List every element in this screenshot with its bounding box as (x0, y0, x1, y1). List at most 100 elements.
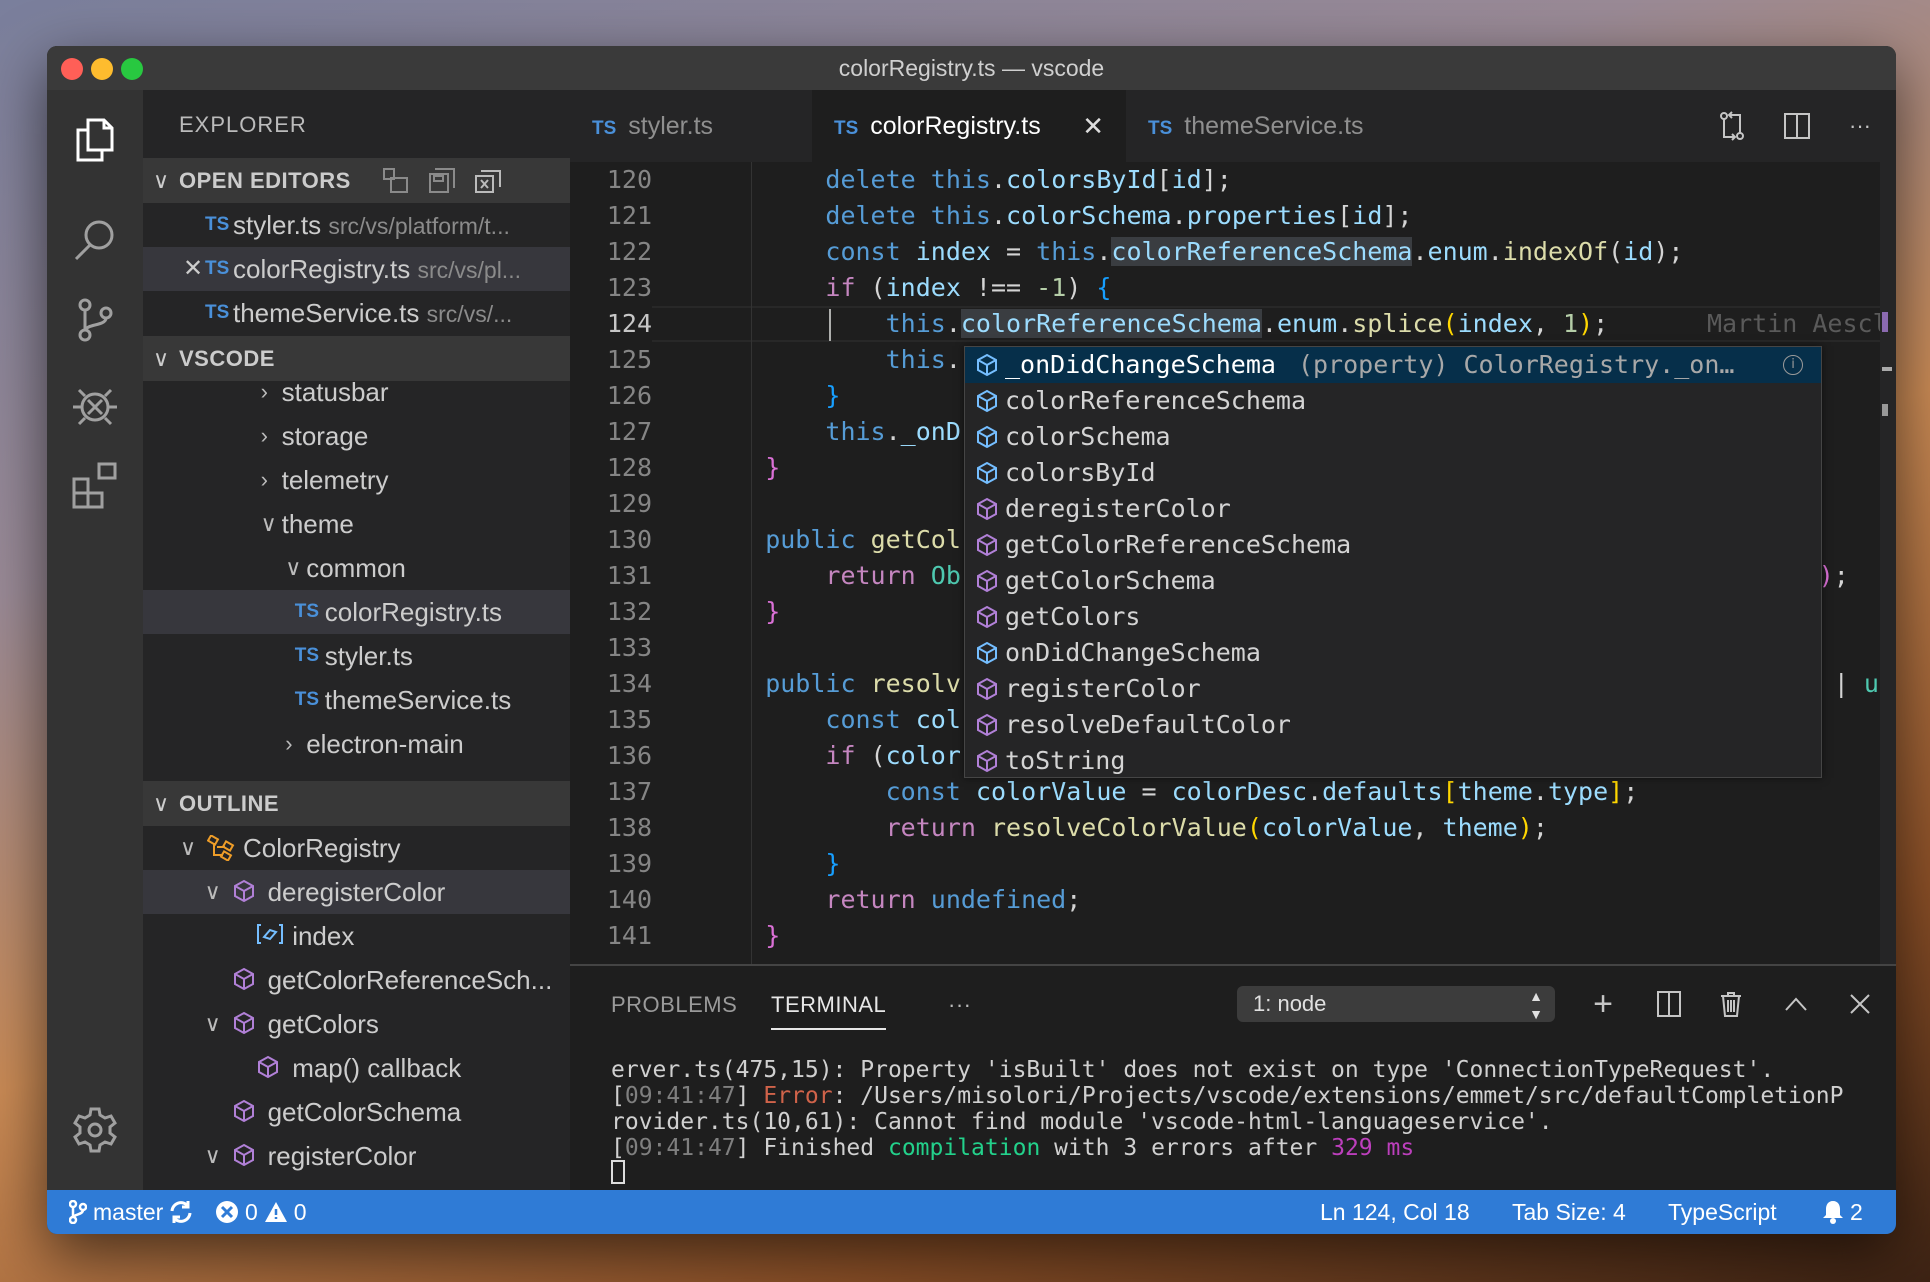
suggestion-item[interactable]: _onDidChangeSchema (property) ColorRegist… (965, 347, 1821, 383)
tab-themeservice[interactable]: TS themeService.ts (1126, 90, 1406, 162)
close-all-icon[interactable] (475, 168, 501, 194)
branch-indicator[interactable]: master (69, 1190, 163, 1234)
suggestion-item[interactable]: colorSchema (965, 419, 1821, 455)
problems-indicator[interactable]: 0 0 (215, 1190, 307, 1234)
more-actions-icon[interactable]: ··· (1844, 110, 1876, 142)
new-terminal-icon[interactable]: + (1587, 985, 1619, 1023)
code-token: ] (1608, 777, 1624, 806)
open-changes-button[interactable] (1716, 110, 1748, 142)
open-editor-item[interactable]: ✕ TS colorRegistry.ts src/vs/pl... (143, 247, 570, 291)
close-tab-icon[interactable]: ✕ (1082, 90, 1104, 162)
tree-folder[interactable]: › storage (143, 414, 570, 458)
tree-folder[interactable]: ∨ theme (143, 502, 570, 546)
minimize-window-button[interactable] (91, 58, 113, 80)
suggestion-item[interactable]: colorsById (965, 455, 1821, 491)
split-terminal-icon[interactable] (1653, 988, 1685, 1020)
tab-styler[interactable]: TS styler.ts (570, 90, 812, 162)
suggestion-item[interactable]: resolveDefaultColor (965, 707, 1821, 743)
suggestion-detail: (property) ColorRegistry._on… (1297, 350, 1735, 379)
code-token: !== (960, 273, 1037, 302)
suggestion-item[interactable]: getColorReferenceSchema (965, 527, 1821, 563)
outline-item[interactable]: index (143, 914, 570, 958)
tree-folder[interactable]: ∨ common (143, 546, 570, 590)
tab-size[interactable]: Tab Size: 4 (1512, 1190, 1626, 1234)
tab-terminal[interactable]: TERMINAL (771, 992, 887, 1030)
outline-item[interactable]: getColorSchema (143, 1090, 570, 1134)
suggestion-item[interactable]: registerColor (965, 671, 1821, 707)
code-token: . (990, 201, 1007, 230)
open-editor-item[interactable]: TS themeService.ts src/vs/... (143, 291, 570, 335)
chevron-down-icon: ∨ (153, 168, 170, 193)
close-editor-icon[interactable]: ✕ (183, 247, 203, 291)
open-editor-entry: themeService.ts src/vs/... (233, 291, 512, 336)
code-token: this (885, 309, 946, 338)
terminal-line: rovider.ts(10,61): Cannot find module 'v… (611, 1109, 1553, 1135)
git-branch-icon (69, 1200, 87, 1224)
tab-colorregistry[interactable]: TS colorRegistry.ts ✕ (812, 90, 1126, 162)
sync-button[interactable] (169, 1190, 193, 1234)
outline-header[interactable]: ∨ OUTLINE (143, 781, 570, 826)
tree-folder[interactable]: › statusbar (143, 381, 570, 414)
typescript-file-icon: TS (205, 302, 230, 323)
source-control-button[interactable] (65, 290, 125, 350)
outline-item[interactable]: getColorReferenceSch... (143, 958, 570, 1002)
suggestion-item[interactable]: getColorSchema (965, 563, 1821, 599)
open-editors-header[interactable]: ∨ OPEN EDITORS (143, 158, 570, 203)
tree-file[interactable]: TS themeService.ts (143, 678, 570, 722)
sidebar-title: EXPLORER (179, 112, 307, 137)
suggestion-label: getColors (1005, 602, 1141, 631)
open-editor-item[interactable]: TS styler.ts src/vs/platform/t... (143, 203, 570, 247)
tab-problems[interactable]: PROBLEMS (611, 992, 737, 1018)
explorer-button[interactable] (65, 110, 125, 170)
file-path: src/vs/platform/t... (328, 213, 510, 239)
typescript-file-icon: TS (294, 601, 320, 622)
terminal-select[interactable]: 1: node ▲ ▼ (1237, 986, 1555, 1022)
tree-folder[interactable]: › electron-main (143, 722, 570, 766)
outline-item[interactable]: ∨ deregisterColor (143, 870, 570, 914)
section-label: VSCODE (179, 346, 275, 371)
tree-file[interactable]: TS styler.ts (143, 634, 570, 678)
code-token: ; (1833, 561, 1849, 590)
code-token: . (1532, 777, 1548, 806)
suggestion-item[interactable]: colorReferenceSchema (965, 383, 1821, 419)
line-number: 129 (606, 489, 652, 518)
debug-button[interactable] (65, 375, 125, 435)
error-icon (216, 1201, 238, 1223)
outline-item[interactable]: map() callback (143, 1046, 570, 1090)
extensions-button[interactable] (65, 455, 125, 515)
line-number: 135 (606, 705, 652, 734)
close-window-button[interactable] (61, 58, 83, 80)
language-mode[interactable]: TypeScript (1668, 1190, 1777, 1234)
suggestion-item[interactable]: toString (965, 743, 1821, 779)
kill-terminal-icon[interactable] (1715, 988, 1747, 1020)
tree-file[interactable]: TS colorRegistry.ts (143, 590, 570, 634)
more-views-icon[interactable]: ··· (948, 992, 971, 1018)
maximize-panel-icon[interactable] (1780, 988, 1812, 1020)
code-token: color (885, 741, 961, 770)
split-editor-button[interactable] (1781, 110, 1813, 142)
code-token: ( (1608, 237, 1624, 266)
code-editor[interactable]: 120 delete this.colorsById[id]; 121 delete … (570, 162, 1896, 964)
manage-button[interactable] (65, 1100, 125, 1160)
new-untitled-file-icon[interactable] (383, 168, 409, 194)
close-panel-icon[interactable] (1844, 988, 1876, 1020)
code-line: } (765, 918, 780, 954)
outline-item[interactable]: ∨ getColors (143, 1002, 570, 1046)
split-editor-icon (1784, 113, 1810, 139)
suggestion-item[interactable]: deregisterColor (965, 491, 1821, 527)
suggestion-item[interactable]: getColors (965, 599, 1821, 635)
vscode-folder-header[interactable]: ∨ VSCODE (143, 336, 570, 381)
outline-item[interactable]: ∨ registerColor (143, 1134, 570, 1178)
maximize-window-button[interactable] (121, 58, 143, 80)
notifications-button[interactable]: 2 (1822, 1190, 1863, 1234)
code-token: col (915, 705, 961, 734)
search-button[interactable] (65, 210, 125, 270)
cursor-position[interactable]: Ln 124, Col 18 (1320, 1190, 1470, 1234)
outline-item[interactable]: ∨ ColorRegistry (143, 826, 570, 870)
info-icon[interactable]: i (1783, 355, 1803, 375)
editor-scrollbar[interactable] (1880, 162, 1896, 964)
suggestion-item[interactable]: onDidChangeSchema (965, 635, 1821, 671)
tree-folder[interactable]: › telemetry (143, 458, 570, 502)
save-all-icon[interactable] (429, 168, 455, 194)
